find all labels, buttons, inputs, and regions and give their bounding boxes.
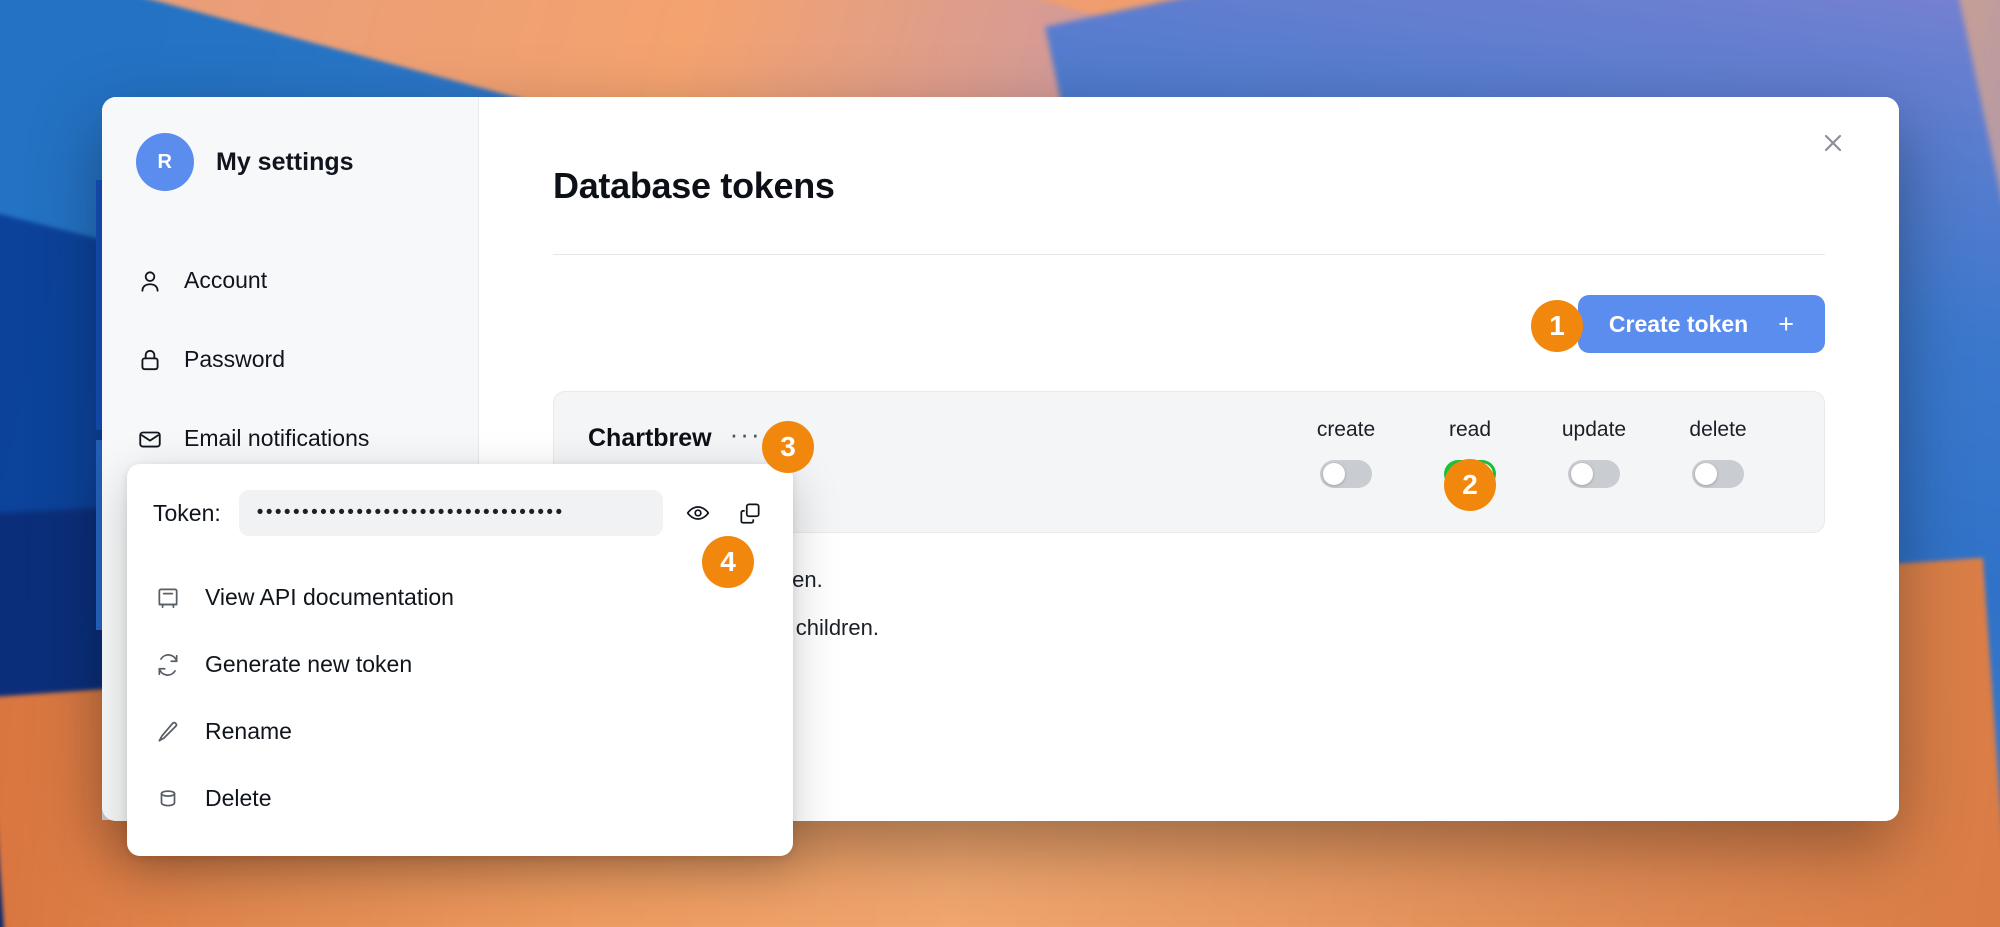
envelope-icon xyxy=(136,425,164,453)
copy-icon[interactable] xyxy=(733,500,767,526)
popover-item-label: Generate new token xyxy=(205,651,412,678)
toggle-knob xyxy=(1323,463,1345,485)
token-label: Token: xyxy=(153,500,221,527)
sidebar-item-password[interactable]: Password xyxy=(102,320,478,399)
page-title: Database tokens xyxy=(553,165,1825,207)
token-name-row: Chartbrew ··· xyxy=(588,424,786,453)
step-badge-1: 1 xyxy=(1531,300,1583,352)
token-value-field[interactable]: •••••••••••••••••••••••••••••••••• xyxy=(239,490,663,536)
sidebar-item-account[interactable]: Account xyxy=(102,241,478,320)
user-icon xyxy=(136,267,164,295)
pencil-icon xyxy=(153,717,183,747)
content-toolbar: Create token + xyxy=(553,295,1825,353)
permission-label: create xyxy=(1317,418,1375,442)
popover-item-generate-new-token[interactable]: Generate new token xyxy=(127,631,793,698)
toggle-knob xyxy=(1695,463,1717,485)
permission-label: delete xyxy=(1689,418,1746,442)
sidebar-item-label: Password xyxy=(184,346,285,373)
toggle-knob xyxy=(1571,463,1593,485)
page-title-sidebar: My settings xyxy=(216,148,354,177)
step-badge-4: 4 xyxy=(702,536,754,588)
create-token-label: Create token xyxy=(1609,311,1748,338)
sidebar-item-label: Account xyxy=(184,267,267,294)
sidebar-header: R My settings xyxy=(102,133,478,191)
eye-icon[interactable] xyxy=(681,500,715,526)
permission-label: update xyxy=(1562,418,1626,442)
token-value-row: Token: •••••••••••••••••••••••••••••••••… xyxy=(127,490,793,536)
token-name: Chartbrew xyxy=(588,424,712,453)
permission-toggle-create[interactable] xyxy=(1320,460,1372,488)
permission-toggle-delete[interactable] xyxy=(1692,460,1744,488)
permission-label: read xyxy=(1449,418,1491,442)
permissions-grid: create read update delete xyxy=(1284,418,1790,488)
title-divider xyxy=(553,254,1825,255)
close-icon[interactable] xyxy=(1813,123,1853,163)
popover-item-label: Rename xyxy=(205,718,292,745)
trash-icon xyxy=(153,784,183,814)
permission-column-create: create xyxy=(1284,418,1408,488)
popover-item-delete[interactable]: Delete xyxy=(127,765,793,832)
popover-item-label: Delete xyxy=(205,785,271,812)
permission-column-update: update xyxy=(1532,418,1656,488)
permission-toggle-update[interactable] xyxy=(1568,460,1620,488)
step-badge-3: 3 xyxy=(762,421,814,473)
plus-icon: + xyxy=(1778,311,1794,338)
popover-item-rename[interactable]: Rename xyxy=(127,698,793,765)
popover-item-view-api-documentation[interactable]: View API documentation xyxy=(127,564,793,631)
refresh-icon xyxy=(153,650,183,680)
avatar: R xyxy=(136,133,194,191)
lock-icon xyxy=(136,346,164,374)
book-icon xyxy=(153,583,183,613)
step-badge-2: 2 xyxy=(1444,459,1496,511)
popover-item-label: View API documentation xyxy=(205,584,454,611)
create-token-button[interactable]: Create token + xyxy=(1578,295,1825,353)
token-options-menu-button[interactable]: ··· xyxy=(730,427,762,451)
sidebar-item-label: Email notifications xyxy=(184,425,369,452)
token-options-popover: Token: •••••••••••••••••••••••••••••••••… xyxy=(127,464,793,856)
permission-column-delete: delete xyxy=(1656,418,1780,488)
